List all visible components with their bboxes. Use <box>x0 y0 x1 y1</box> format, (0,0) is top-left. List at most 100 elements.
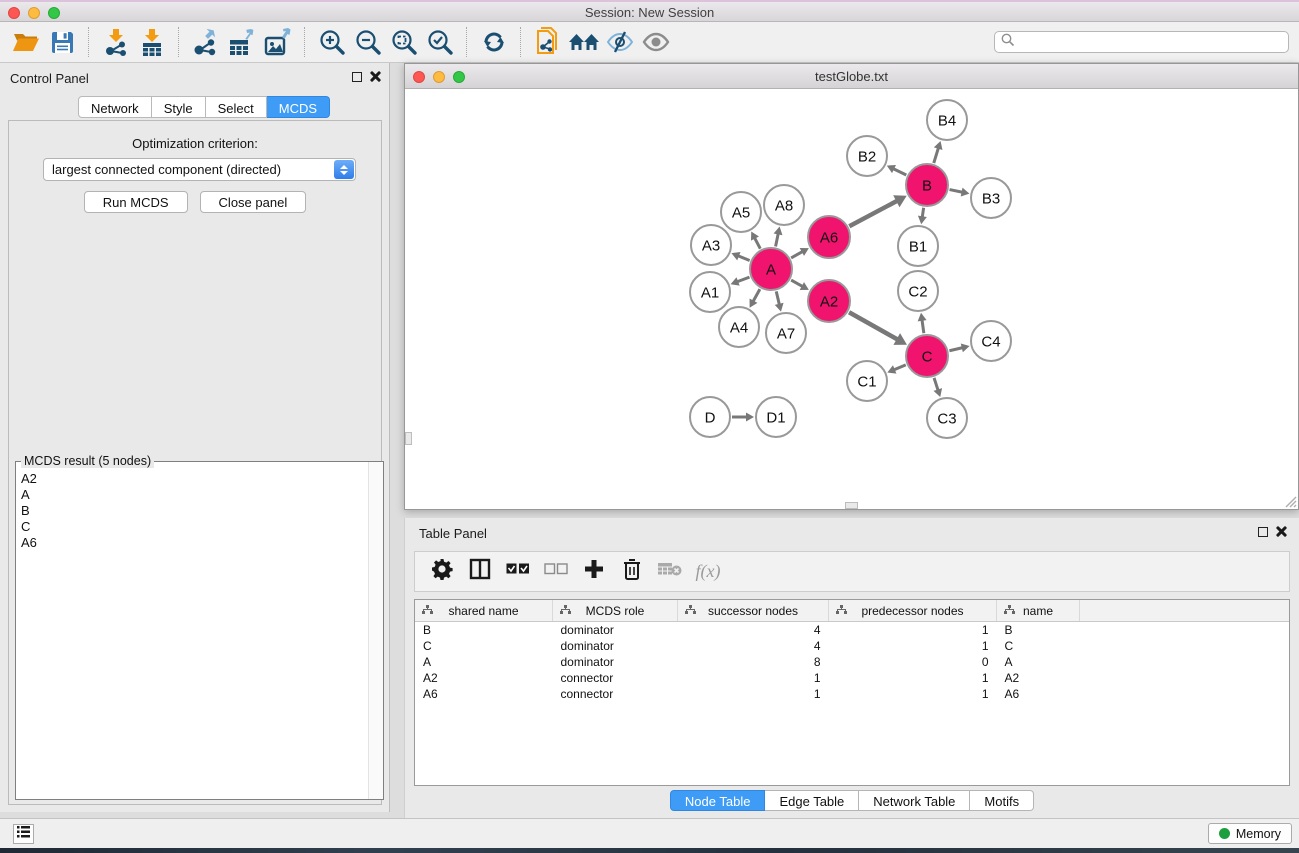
table-cell[interactable]: dominator <box>553 654 678 670</box>
search-input[interactable] <box>1019 34 1288 50</box>
table-cell[interactable]: C <box>415 638 553 654</box>
column-header-predecessor-nodes[interactable]: predecessor nodes <box>829 600 997 622</box>
first-neighbors-button[interactable] <box>566 26 602 58</box>
table-cell[interactable]: A2 <box>415 670 553 686</box>
zoom-selected-button[interactable] <box>422 26 458 58</box>
graph-node-D1[interactable]: D1 <box>756 397 796 437</box>
mcds-result-item[interactable]: A6 <box>17 535 368 551</box>
result-scrollbar[interactable] <box>368 462 383 799</box>
refresh-button[interactable] <box>476 26 512 58</box>
graph-edge-A-A8[interactable] <box>776 233 779 246</box>
export-network-button[interactable] <box>188 26 224 58</box>
table-cell[interactable]: C <box>997 638 1080 654</box>
export-image-button[interactable] <box>260 26 296 58</box>
graph-edge-C-C2[interactable] <box>922 320 924 333</box>
graph-node-C2[interactable]: C2 <box>898 271 938 311</box>
graph-node-A3[interactable]: A3 <box>691 225 731 265</box>
table-cell[interactable]: 4 <box>678 638 829 654</box>
graph-node-C[interactable]: C <box>906 335 948 377</box>
graph-node-A8[interactable]: A8 <box>764 185 804 225</box>
graph-edge-A6-B[interactable] <box>849 201 897 226</box>
graph-node-C4[interactable]: C4 <box>971 321 1011 361</box>
table-row[interactable]: Adominator80A <box>415 654 1289 670</box>
graph-edge-C-C1[interactable] <box>894 365 906 370</box>
deselect-all-button[interactable] <box>539 557 573 587</box>
table-cell[interactable]: 1 <box>678 670 829 686</box>
function-builder-button[interactable]: f(x) <box>691 557 725 587</box>
table-cell[interactable]: B <box>415 622 553 639</box>
table-tab-edge-table[interactable]: Edge Table <box>765 790 859 811</box>
graph-node-B[interactable]: B <box>906 164 948 206</box>
graph-edge-A-A6[interactable] <box>791 251 803 257</box>
network-horizontal-scrollbar[interactable] <box>845 502 858 509</box>
import-network-button[interactable] <box>98 26 134 58</box>
table-cell[interactable]: 1 <box>678 686 829 702</box>
table-cell[interactable]: connector <box>553 686 678 702</box>
table-cell[interactable]: 1 <box>829 638 997 654</box>
table-cell[interactable]: 0 <box>829 654 997 670</box>
mcds-result-item[interactable]: A2 <box>17 471 368 487</box>
search-field[interactable] <box>994 31 1289 53</box>
column-header-shared-name[interactable]: shared name <box>415 600 553 622</box>
add-column-button[interactable] <box>577 557 611 587</box>
table-cell[interactable]: 1 <box>829 686 997 702</box>
hide-selected-button[interactable] <box>602 26 638 58</box>
graph-node-A4[interactable]: A4 <box>719 307 759 347</box>
graph-node-B3[interactable]: B3 <box>971 178 1011 218</box>
graph-edge-A-A5[interactable] <box>755 238 761 249</box>
graph-node-C3[interactable]: C3 <box>927 398 967 438</box>
mcds-result-list[interactable]: A2ABCA6 <box>17 471 368 798</box>
mcds-result-item[interactable]: B <box>17 503 368 519</box>
show-all-button[interactable] <box>638 26 674 58</box>
graph-node-B1[interactable]: B1 <box>898 226 938 266</box>
graph-node-B2[interactable]: B2 <box>847 136 887 176</box>
graph-node-C1[interactable]: C1 <box>847 361 887 401</box>
graph-edge-B-B4[interactable] <box>934 148 939 163</box>
graph-node-D[interactable]: D <box>690 397 730 437</box>
mcds-result-item[interactable]: A <box>17 487 368 503</box>
network-graph[interactable]: B4B2BB3A5A8A6B1A3AA1C2A2A4A7C4CC1C3DD1 <box>405 89 1298 509</box>
graph-edge-A-A7[interactable] <box>776 291 779 304</box>
graph-edge-B-B2[interactable] <box>893 169 906 175</box>
graph-node-A6[interactable]: A6 <box>808 216 850 258</box>
graph-edge-B-B3[interactable] <box>950 190 963 193</box>
graph-edge-B-B1[interactable] <box>922 208 923 218</box>
select-all-button[interactable] <box>501 557 535 587</box>
graph-node-A7[interactable]: A7 <box>766 313 806 353</box>
table-cell[interactable]: B <box>997 622 1080 639</box>
control-tab-style[interactable]: Style <box>152 96 206 118</box>
table-cell[interactable]: connector <box>553 670 678 686</box>
zoom-fit-button[interactable] <box>386 26 422 58</box>
table-row[interactable]: A6connector11A6 <box>415 686 1289 702</box>
network-window-titlebar[interactable]: testGlobe.txt <box>405 64 1298 89</box>
table-cell[interactable]: 1 <box>829 622 997 639</box>
table-cell[interactable]: A <box>997 654 1080 670</box>
export-table-button[interactable] <box>224 26 260 58</box>
zoom-out-button[interactable] <box>350 26 386 58</box>
graph-node-B4[interactable]: B4 <box>927 100 967 140</box>
resize-grip-icon[interactable] <box>1283 494 1297 508</box>
graph-edge-A-A4[interactable] <box>753 289 760 301</box>
table-cell[interactable]: A2 <box>997 670 1080 686</box>
network-vertical-scrollbar[interactable] <box>405 432 412 445</box>
graph-edge-C-C3[interactable] <box>934 378 938 391</box>
close-panel-icon[interactable] <box>370 71 381 82</box>
graph-edge-A-A1[interactable] <box>737 277 749 282</box>
table-cell[interactable]: 4 <box>678 622 829 639</box>
column-header-name[interactable]: name <box>997 600 1080 622</box>
table-row[interactable]: Cdominator41C <box>415 638 1289 654</box>
column-header-successor-nodes[interactable]: successor nodes <box>678 600 829 622</box>
control-tab-network[interactable]: Network <box>78 96 152 118</box>
save-session-button[interactable] <box>44 26 80 58</box>
table-tab-node-table[interactable]: Node Table <box>670 790 766 811</box>
table-cell[interactable]: 8 <box>678 654 829 670</box>
table-cell[interactable]: dominator <box>553 638 678 654</box>
graph-edge-A-A3[interactable] <box>738 256 750 261</box>
memory-button[interactable]: Memory <box>1208 823 1292 844</box>
mcds-result-item[interactable]: C <box>17 519 368 535</box>
float-panel-icon[interactable] <box>352 72 362 82</box>
graph-node-A2[interactable]: A2 <box>808 280 850 322</box>
open-session-button[interactable] <box>8 26 44 58</box>
graph-node-A[interactable]: A <box>750 248 792 290</box>
close-panel-button[interactable]: Close panel <box>200 191 307 213</box>
